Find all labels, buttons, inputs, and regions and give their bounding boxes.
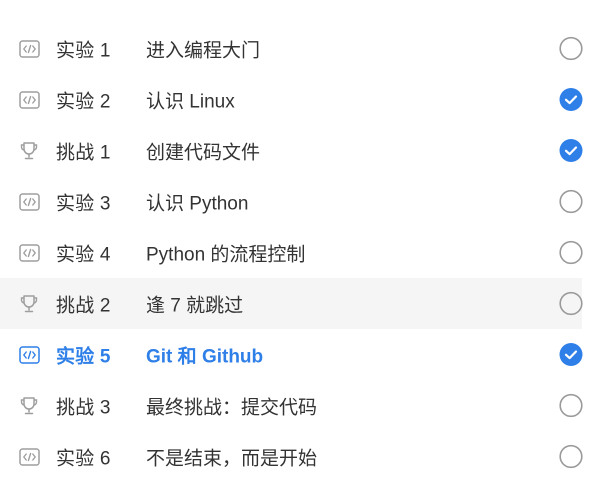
lesson-type-label: 挑战 3	[56, 397, 111, 418]
code-icon	[18, 344, 40, 366]
status-circle-icon[interactable]	[558, 36, 583, 61]
lesson-type-label: 实验 6	[56, 448, 111, 469]
lesson-row[interactable]: 实验 4 Python 的流程控制	[0, 227, 583, 278]
lesson-type-label: 挑战 2	[56, 295, 111, 316]
lesson-type-label: 实验 1	[56, 40, 111, 61]
lesson-type-label: 实验 5	[56, 346, 111, 367]
code-icon	[18, 38, 40, 60]
lesson-type-label: 实验 4	[56, 244, 111, 265]
status-check-icon[interactable]	[558, 87, 583, 112]
lesson-type-label: 挑战 1	[56, 142, 111, 163]
lesson-title[interactable]: 最终挑战：提交代码	[146, 392, 317, 419]
lesson-title[interactable]: 进入编程大门	[146, 35, 260, 62]
lesson-title[interactable]: Python 的流程控制	[146, 239, 305, 266]
lesson-title[interactable]: 不是结束，而是开始	[146, 443, 317, 470]
lesson-row[interactable]: 挑战 3 最终挑战：提交代码	[0, 380, 583, 431]
status-circle-icon[interactable]	[558, 240, 583, 265]
status-circle-icon[interactable]	[558, 444, 583, 469]
lesson-title[interactable]: 创建代码文件	[146, 137, 260, 164]
lesson-row[interactable]: 挑战 2 逢 7 就跳过	[0, 278, 583, 329]
trophy-icon	[18, 140, 40, 162]
lesson-row[interactable]: 挑战 1 创建代码文件	[0, 125, 582, 176]
status-check-icon[interactable]	[558, 342, 583, 367]
status-circle-icon[interactable]	[558, 393, 583, 418]
status-circle-icon[interactable]	[558, 291, 583, 316]
code-icon	[18, 89, 40, 111]
status-circle-icon[interactable]	[558, 189, 583, 214]
trophy-icon	[18, 293, 40, 315]
lesson-row[interactable]: 实验 1 进入编程大门	[0, 23, 583, 74]
lesson-type-label: 实验 3	[56, 193, 111, 214]
status-check-icon[interactable]	[558, 138, 583, 163]
code-icon	[18, 446, 40, 468]
lesson-type-label: 实验 2	[56, 91, 111, 112]
lesson-title[interactable]: 逢 7 就跳过	[146, 290, 243, 317]
lesson-title[interactable]: 认识 Python	[146, 188, 248, 215]
lesson-list: 实验 1 进入编程大门 实验 2 认识 Linux 挑战 1 创建代码文件 实验…	[0, 0, 591, 502]
code-icon	[18, 242, 40, 264]
lesson-row[interactable]: 实验 6 不是结束，而是开始	[0, 431, 583, 482]
code-icon	[18, 191, 40, 213]
lesson-row[interactable]: 实验 3 认识 Python	[0, 176, 583, 227]
lesson-row[interactable]: 实验 2 认识 Linux	[0, 74, 582, 125]
lesson-row[interactable]: 实验 5 Git 和 Github	[0, 329, 582, 380]
lesson-title[interactable]: 认识 Linux	[146, 86, 235, 113]
lesson-title[interactable]: Git 和 Github	[146, 341, 263, 368]
trophy-icon	[18, 395, 40, 417]
